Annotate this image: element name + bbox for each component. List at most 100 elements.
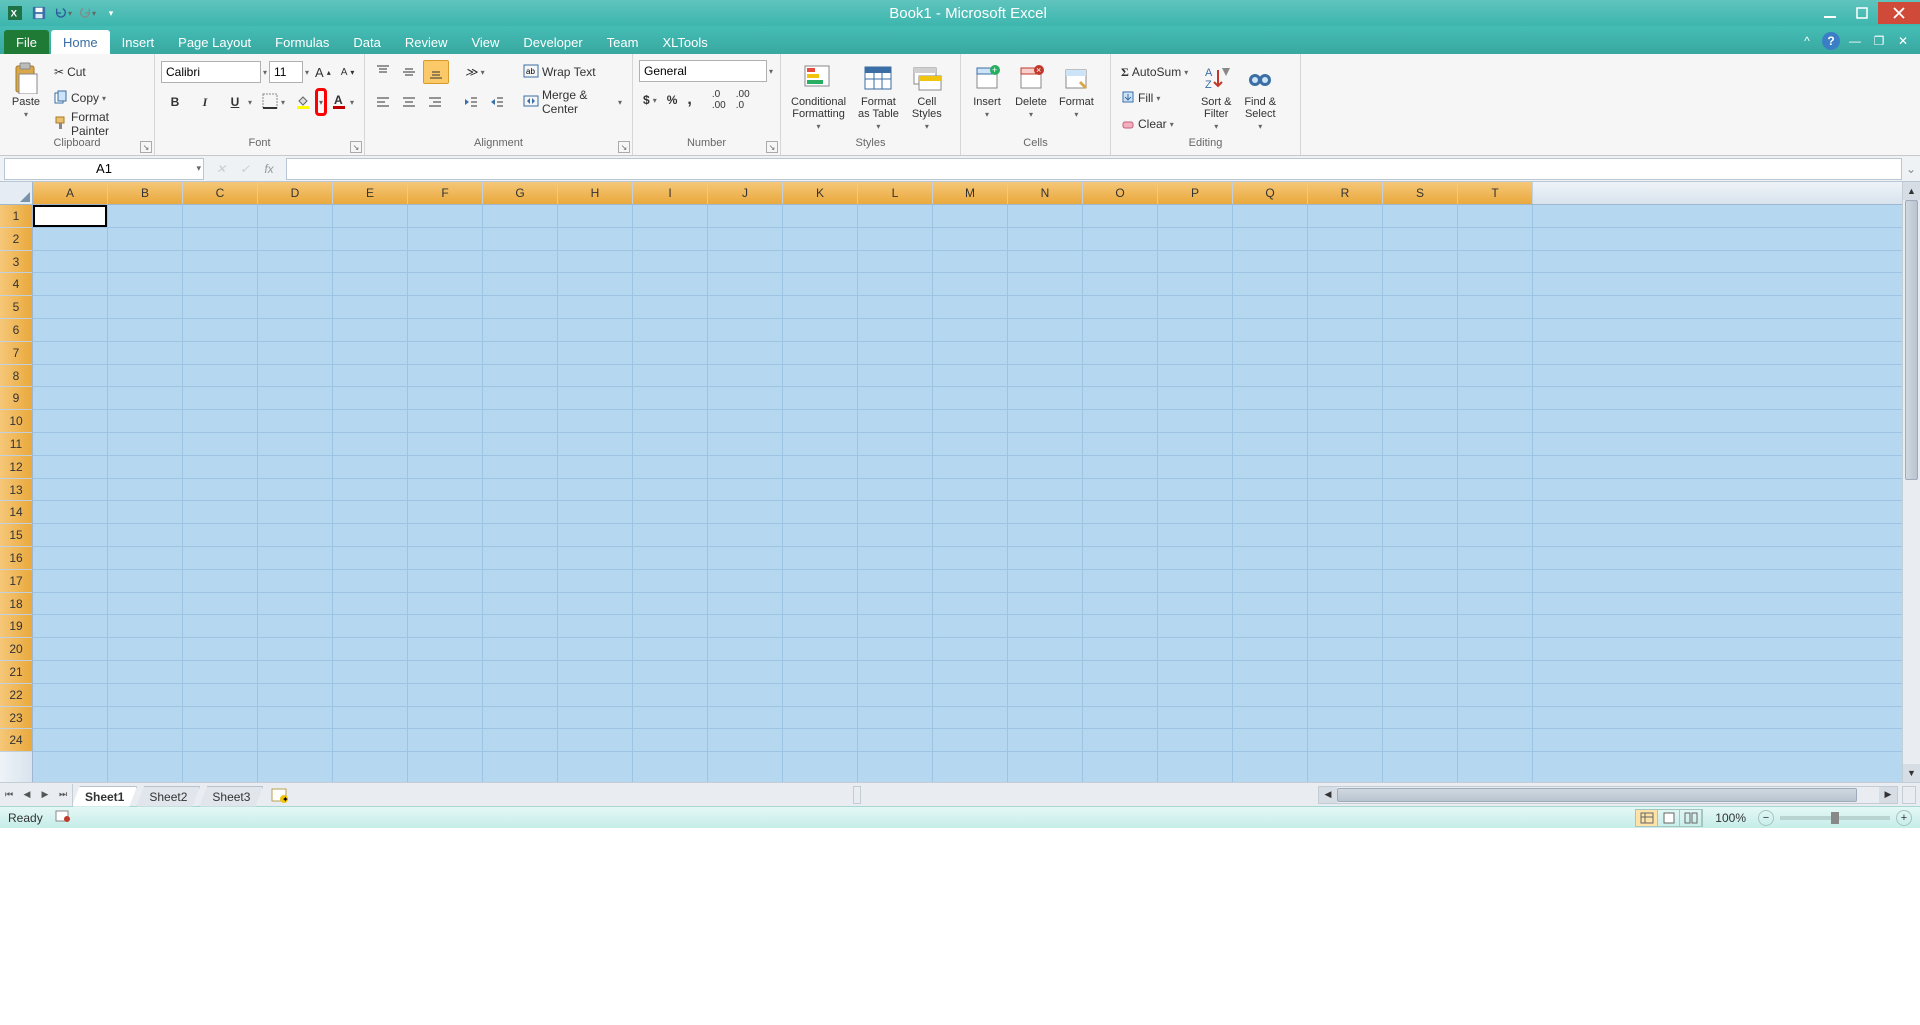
- zoom-level[interactable]: 100%: [1715, 811, 1746, 825]
- enter-formula-button[interactable]: ✓: [234, 158, 256, 180]
- normal-view-button[interactable]: [1636, 810, 1658, 826]
- row-header[interactable]: 15: [0, 524, 32, 547]
- sort-filter-button[interactable]: AZSort & Filter▾: [1196, 60, 1236, 133]
- minimize-ribbon-icon[interactable]: ^: [1798, 32, 1816, 50]
- font-name-input[interactable]: [161, 61, 261, 83]
- delete-button[interactable]: ×Delete▾: [1011, 60, 1051, 121]
- column-header[interactable]: L: [858, 182, 933, 204]
- row-header[interactable]: 13: [0, 479, 32, 502]
- insert-button[interactable]: +Insert▾: [967, 60, 1007, 121]
- horizontal-scrollbar[interactable]: ◀ ▶: [1318, 786, 1898, 804]
- tab-page-layout[interactable]: Page Layout: [166, 30, 263, 54]
- horizontal-scroll-thumb[interactable]: [1337, 788, 1857, 802]
- close-window-button[interactable]: [1878, 2, 1920, 24]
- column-header[interactable]: R: [1308, 182, 1383, 204]
- row-header[interactable]: 8: [0, 365, 32, 388]
- increase-indent-button[interactable]: [485, 90, 509, 114]
- tab-developer[interactable]: Developer: [511, 30, 594, 54]
- row-header[interactable]: 1: [0, 205, 32, 228]
- column-header[interactable]: G: [483, 182, 558, 204]
- macro-record-icon[interactable]: [55, 809, 71, 826]
- row-header[interactable]: 23: [0, 707, 32, 730]
- zoom-slider-thumb[interactable]: [1831, 812, 1839, 824]
- borders-button[interactable]: ▾: [258, 90, 289, 114]
- column-header[interactable]: B: [108, 182, 183, 204]
- align-left-button[interactable]: [371, 90, 395, 114]
- format-button[interactable]: Format▾: [1055, 60, 1098, 121]
- column-header[interactable]: H: [558, 182, 633, 204]
- column-header[interactable]: S: [1383, 182, 1458, 204]
- autosum-button[interactable]: ΣAutoSum▾: [1117, 60, 1192, 84]
- row-header[interactable]: 3: [0, 251, 32, 274]
- comma-button[interactable]: ,: [683, 88, 695, 112]
- excel-icon[interactable]: X: [4, 2, 26, 24]
- save-button[interactable]: [28, 2, 50, 24]
- column-header[interactable]: A: [33, 182, 108, 204]
- scroll-down-button[interactable]: ▼: [1903, 764, 1920, 782]
- row-header[interactable]: 18: [0, 593, 32, 616]
- cell-styles-button[interactable]: Cell Styles▾: [907, 60, 947, 133]
- row-header[interactable]: 9: [0, 387, 32, 410]
- zoom-slider[interactable]: [1780, 816, 1890, 820]
- row-header[interactable]: 17: [0, 570, 32, 593]
- fill-button[interactable]: Fill▾: [1117, 86, 1192, 110]
- orientation-button[interactable]: ≫▾: [461, 60, 489, 84]
- workbook-minimize-icon[interactable]: —: [1846, 32, 1864, 50]
- formula-input[interactable]: [286, 158, 1902, 180]
- number-format-dropdown-icon[interactable]: ▾: [769, 67, 773, 76]
- font-color-button[interactable]: A▾: [327, 90, 358, 114]
- tab-formulas[interactable]: Formulas: [263, 30, 341, 54]
- horizontal-split-handle[interactable]: [1902, 786, 1916, 804]
- expand-formula-bar-icon[interactable]: ⌄: [1902, 162, 1920, 176]
- row-header[interactable]: 21: [0, 661, 32, 684]
- tab-insert[interactable]: Insert: [110, 30, 167, 54]
- name-box[interactable]: ▾: [4, 158, 204, 180]
- tab-file[interactable]: File: [4, 30, 49, 54]
- align-center-button[interactable]: [397, 90, 421, 114]
- cells-area[interactable]: [33, 205, 1902, 782]
- undo-button[interactable]: ▾: [52, 2, 74, 24]
- column-header[interactable]: I: [633, 182, 708, 204]
- select-all-button[interactable]: [0, 182, 33, 205]
- column-header[interactable]: J: [708, 182, 783, 204]
- column-header[interactable]: O: [1083, 182, 1158, 204]
- increase-decimal-button[interactable]: .0.00: [708, 88, 730, 112]
- number-launcher-icon[interactable]: ↘: [766, 141, 778, 153]
- vertical-scroll-thumb[interactable]: [1905, 200, 1918, 480]
- percent-button[interactable]: %: [663, 88, 682, 112]
- sheet-tab[interactable]: Sheet2: [136, 786, 200, 807]
- column-header[interactable]: N: [1008, 182, 1083, 204]
- tab-xltools[interactable]: XLTools: [650, 30, 719, 54]
- column-header[interactable]: T: [1458, 182, 1533, 204]
- tab-view[interactable]: View: [459, 30, 511, 54]
- row-header[interactable]: 6: [0, 319, 32, 342]
- grow-font-button[interactable]: A▴: [311, 60, 335, 84]
- row-header[interactable]: 20: [0, 638, 32, 661]
- font-size-input[interactable]: [269, 61, 303, 83]
- tab-home[interactable]: Home: [51, 30, 110, 54]
- column-header[interactable]: F: [408, 182, 483, 204]
- tab-data[interactable]: Data: [341, 30, 392, 54]
- vertical-scrollbar[interactable]: ▲ ▼: [1902, 182, 1920, 782]
- column-header[interactable]: K: [783, 182, 858, 204]
- row-header[interactable]: 11: [0, 433, 32, 456]
- row-header[interactable]: 5: [0, 296, 32, 319]
- row-header[interactable]: 16: [0, 547, 32, 570]
- zoom-in-button[interactable]: +: [1896, 810, 1912, 826]
- row-header[interactable]: 19: [0, 615, 32, 638]
- fill-color-dropdown-button[interactable]: ▾: [317, 90, 325, 114]
- tab-split-handle[interactable]: [853, 786, 861, 804]
- copy-button[interactable]: Copy▾: [50, 86, 148, 110]
- row-header[interactable]: 14: [0, 501, 32, 524]
- minimize-window-button[interactable]: [1814, 2, 1846, 24]
- column-header[interactable]: M: [933, 182, 1008, 204]
- new-sheet-button[interactable]: ✦: [267, 786, 293, 804]
- page-layout-view-button[interactable]: [1658, 810, 1680, 826]
- wrap-text-button[interactable]: abWrap Text: [519, 60, 626, 84]
- clear-button[interactable]: Clear▾: [1117, 112, 1192, 136]
- next-sheet-button[interactable]: ▶: [36, 784, 54, 806]
- scroll-left-button[interactable]: ◀: [1319, 787, 1337, 803]
- paste-dropdown-icon[interactable]: ▾: [24, 110, 28, 119]
- page-break-view-button[interactable]: [1680, 810, 1702, 826]
- maximize-window-button[interactable]: [1846, 2, 1878, 24]
